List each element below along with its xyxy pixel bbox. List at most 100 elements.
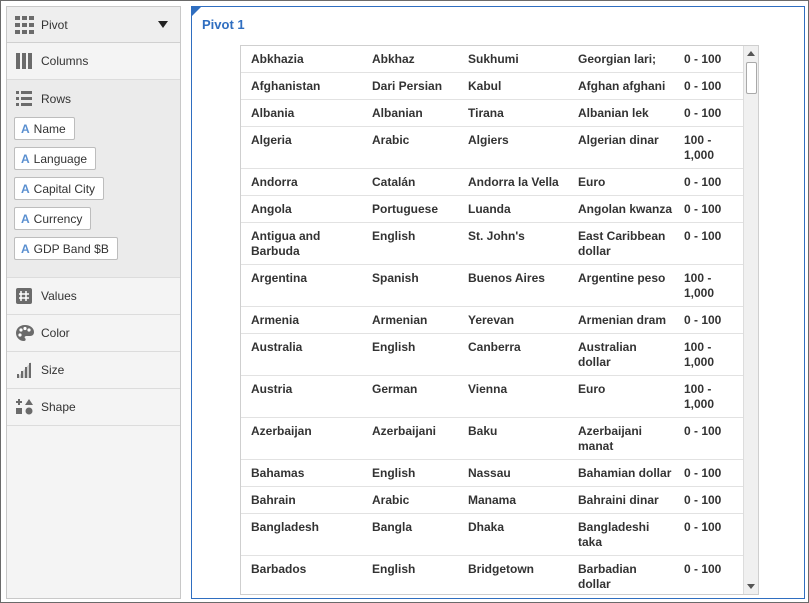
row-pill-name[interactable]: A Name xyxy=(14,117,75,140)
table-row: Abkhazia Abkhaz Sukhumi Georgian lari; 0 - 1… xyxy=(241,46,743,73)
capital-cell[interactable]: Canberra xyxy=(458,333,568,376)
currency-cell[interactable]: Algerian dinar xyxy=(568,126,676,169)
gdp-band-cell[interactable]: 0 - 100 xyxy=(676,417,743,460)
gdp-band-cell[interactable]: 0 - 100 xyxy=(676,486,743,514)
name-cell[interactable]: Abkhazia xyxy=(241,46,362,73)
currency-cell[interactable]: Georgian lari; xyxy=(568,46,676,73)
name-cell[interactable]: Antigua and Barbuda xyxy=(241,222,362,265)
vertical-scrollbar[interactable] xyxy=(743,46,758,594)
language-cell[interactable]: Arabic xyxy=(362,126,458,169)
capital-cell[interactable]: Algiers xyxy=(458,126,568,169)
gdp-band-cell[interactable]: 100 - 1,000 xyxy=(676,333,743,376)
currency-cell[interactable]: Argentine peso xyxy=(568,264,676,307)
gdp-band-cell[interactable]: 0 - 100 xyxy=(676,513,743,556)
columns-section[interactable]: Columns xyxy=(7,43,180,80)
name-cell[interactable]: Australia xyxy=(241,333,362,376)
currency-cell[interactable]: Euro xyxy=(568,375,676,418)
shape-section[interactable]: Shape xyxy=(7,389,180,426)
name-cell[interactable]: Bangladesh xyxy=(241,513,362,556)
name-cell[interactable]: Argentina xyxy=(241,264,362,307)
capital-cell[interactable]: Manama xyxy=(458,486,568,514)
capital-cell[interactable]: Nassau xyxy=(458,459,568,487)
currency-cell[interactable]: Euro xyxy=(568,168,676,196)
currency-cell[interactable]: Bangladeshi taka xyxy=(568,513,676,556)
currency-cell[interactable]: Albanian lek xyxy=(568,99,676,127)
gdp-band-cell[interactable]: 0 - 100 xyxy=(676,195,743,223)
currency-cell[interactable]: Bahamian dollar xyxy=(568,459,676,487)
capital-cell[interactable]: Andorra la Vella xyxy=(458,168,568,196)
capital-cell[interactable]: Sukhumi xyxy=(458,46,568,73)
visualization-type-dropdown[interactable]: Pivot xyxy=(7,7,180,43)
gdp-band-cell[interactable]: 0 - 100 xyxy=(676,72,743,100)
gdp-band-cell[interactable]: 0 - 100 xyxy=(676,459,743,487)
language-cell[interactable]: English xyxy=(362,333,458,376)
name-cell[interactable]: Andorra xyxy=(241,168,362,196)
name-cell[interactable]: Barbados xyxy=(241,555,362,594)
gdp-band-cell[interactable]: 0 - 100 xyxy=(676,555,743,594)
currency-cell[interactable]: Armenian dram xyxy=(568,306,676,334)
currency-cell[interactable]: Afghan afghani xyxy=(568,72,676,100)
capital-cell[interactable]: Vienna xyxy=(458,375,568,418)
language-cell[interactable]: Catalán xyxy=(362,168,458,196)
size-section[interactable]: Size xyxy=(7,352,180,389)
language-cell[interactable]: English xyxy=(362,459,458,487)
scroll-up-icon[interactable] xyxy=(747,51,755,56)
gdp-band-cell[interactable]: 0 - 100 xyxy=(676,222,743,265)
rows-header[interactable]: Rows xyxy=(7,80,180,117)
app-frame: Pivot Columns Rows A Name A Language A C… xyxy=(0,0,809,603)
values-section[interactable]: Values xyxy=(7,278,180,315)
language-cell[interactable]: Bangla xyxy=(362,513,458,556)
capital-cell[interactable]: Luanda xyxy=(458,195,568,223)
row-pill-capital-city[interactable]: A Capital City xyxy=(14,177,105,200)
capital-cell[interactable]: Bridgetown xyxy=(458,555,568,594)
chevron-down-icon[interactable] xyxy=(158,21,168,28)
pivot-title[interactable]: Pivot 1 xyxy=(202,17,245,32)
gdp-band-cell[interactable]: 100 - 1,000 xyxy=(676,264,743,307)
name-cell[interactable]: Angola xyxy=(241,195,362,223)
scroll-thumb[interactable] xyxy=(746,62,757,94)
capital-cell[interactable]: Dhaka xyxy=(458,513,568,556)
row-pill-language[interactable]: A Language xyxy=(14,147,97,170)
name-cell[interactable]: Bahamas xyxy=(241,459,362,487)
scroll-down-icon[interactable] xyxy=(747,584,755,589)
language-cell[interactable]: Arabic xyxy=(362,486,458,514)
capital-cell[interactable]: Yerevan xyxy=(458,306,568,334)
language-cell[interactable]: English xyxy=(362,222,458,265)
language-cell[interactable]: Albanian xyxy=(362,99,458,127)
language-cell[interactable]: German xyxy=(362,375,458,418)
currency-cell[interactable]: Azerbaijani manat xyxy=(568,417,676,460)
capital-cell[interactable]: Kabul xyxy=(458,72,568,100)
name-cell[interactable]: Austria xyxy=(241,375,362,418)
currency-cell[interactable]: Angolan kwanza xyxy=(568,195,676,223)
language-cell[interactable]: Abkhaz xyxy=(362,46,458,73)
language-cell[interactable]: Spanish xyxy=(362,264,458,307)
capital-cell[interactable]: Buenos Aires xyxy=(458,264,568,307)
language-cell[interactable]: Azerbaijani xyxy=(362,417,458,460)
currency-cell[interactable]: Australian dollar xyxy=(568,333,676,376)
currency-cell[interactable]: Bahraini dinar xyxy=(568,486,676,514)
name-cell[interactable]: Bahrain xyxy=(241,486,362,514)
row-pill-gdp-band[interactable]: A GDP Band $B xyxy=(14,237,118,260)
name-cell[interactable]: Algeria xyxy=(241,126,362,169)
color-section[interactable]: Color xyxy=(7,315,180,352)
name-cell[interactable]: Armenia xyxy=(241,306,362,334)
currency-cell[interactable]: Barbadian dollar xyxy=(568,555,676,594)
gdp-band-cell[interactable]: 100 - 1,000 xyxy=(676,375,743,418)
capital-cell[interactable]: St. John's xyxy=(458,222,568,265)
name-cell[interactable]: Albania xyxy=(241,99,362,127)
capital-cell[interactable]: Tirana xyxy=(458,99,568,127)
name-cell[interactable]: Afghanistan xyxy=(241,72,362,100)
gdp-band-cell[interactable]: 0 - 100 xyxy=(676,306,743,334)
currency-cell[interactable]: East Caribbean dollar xyxy=(568,222,676,265)
language-cell[interactable]: Armenian xyxy=(362,306,458,334)
gdp-band-cell[interactable]: 0 - 100 xyxy=(676,46,743,73)
gdp-band-cell[interactable]: 100 - 1,000 xyxy=(676,126,743,169)
row-pill-currency[interactable]: A Currency xyxy=(14,207,92,230)
gdp-band-cell[interactable]: 0 - 100 xyxy=(676,99,743,127)
name-cell[interactable]: Azerbaijan xyxy=(241,417,362,460)
capital-cell[interactable]: Baku xyxy=(458,417,568,460)
language-cell[interactable]: Portuguese xyxy=(362,195,458,223)
language-cell[interactable]: Dari Persian xyxy=(362,72,458,100)
gdp-band-cell[interactable]: 0 - 100 xyxy=(676,168,743,196)
language-cell[interactable]: English xyxy=(362,555,458,594)
